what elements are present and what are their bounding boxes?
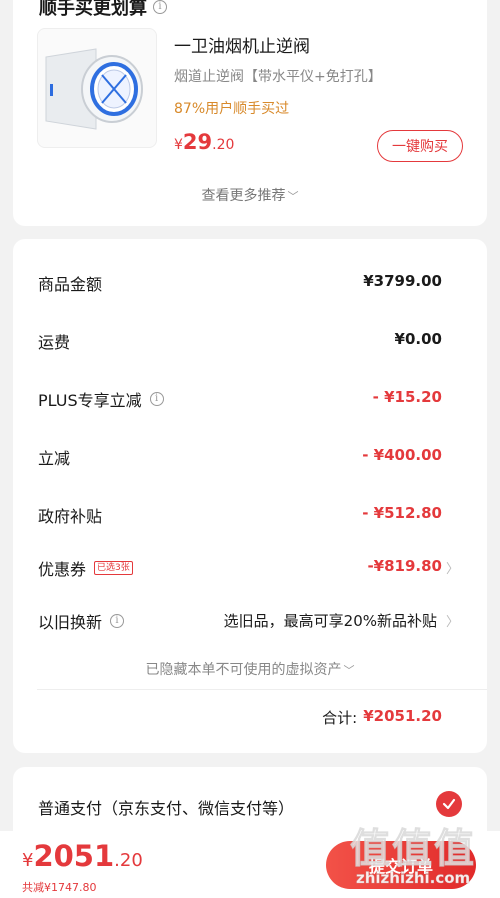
chevron-down-icon: ﹀ (287, 190, 299, 203)
gov-subsidy-row: 政府补贴 - ¥512.80 (13, 499, 487, 529)
shipping-label: 运费 (38, 333, 71, 352)
coupon-label: 优惠券 (38, 560, 87, 579)
info-icon[interactable]: i (153, 0, 167, 14)
submit-order-button[interactable]: 提交订单 (326, 841, 476, 889)
coupon-row[interactable]: 优惠券 已选3张 -¥819.80 〉 (13, 552, 487, 582)
product-buyers: 87%用户顺手买过 (174, 101, 290, 117)
total-saved-label: 共减¥1747.80 (22, 881, 97, 894)
info-icon[interactable]: i (110, 614, 125, 628)
chevron-down-icon: ﹀ (343, 664, 355, 677)
shipping-row: 运费 ¥0.00 (13, 325, 487, 355)
goods-amount-label: 商品金额 (38, 275, 103, 294)
checkmark-icon[interactable] (436, 791, 462, 817)
checkout-page: 顺手买更划算 i 一卫油烟机止逆阀 烟道止逆阀【带水平仪+免打孔】 87%用户顺… (0, 0, 500, 898)
plus-discount-label: PLUS专享立减 (38, 391, 142, 410)
goods-amount-row: 商品金额 ¥3799.00 (13, 267, 487, 297)
gov-subsidy-label: 政府补贴 (38, 507, 103, 526)
shipping-value: ¥0.00 (394, 330, 442, 348)
check-valve-illustration (45, 48, 143, 130)
total-row: 合计: ¥2051.20 (322, 707, 442, 728)
product-desc: 烟道止逆阀【带水平仪+免打孔】 (174, 69, 382, 85)
total-label: 合计: (322, 709, 358, 727)
bottom-price-int: 2051 (33, 839, 115, 873)
product-image[interactable] (37, 28, 157, 148)
plus-discount-value: - ¥15.20 (372, 388, 442, 406)
more-recommend-label: 查看更多推荐 (201, 188, 286, 204)
product-price-int: 29 (182, 130, 213, 154)
trade-in-row[interactable]: 以旧换新 i 选旧品，最高可享20%新品补贴 〉 (13, 605, 487, 635)
checkmark-glyph (442, 798, 456, 810)
payment-option-label[interactable]: 普通支付（京东支付、微信支付等） (38, 795, 294, 819)
gov-subsidy-value: - ¥512.80 (362, 504, 442, 522)
goods-amount-value: ¥3799.00 (363, 272, 442, 290)
product-price-currency: ¥ (174, 137, 183, 153)
more-recommend-link[interactable]: 查看更多推荐 ﹀ (13, 185, 487, 205)
chevron-right-icon: 〉 (445, 615, 459, 630)
coupon-label-group: 优惠券 已选3张 (38, 556, 133, 580)
product-name[interactable]: 一卫油烟机止逆阀 (174, 32, 310, 57)
product-price-dec: .20 (212, 137, 235, 153)
one-click-buy-button[interactable]: 一键购买 (377, 130, 463, 162)
instant-discount-label: 立减 (38, 449, 71, 468)
recommend-title-text: 顺手买更划算 (39, 0, 147, 19)
total-value: ¥2051.20 (363, 707, 442, 725)
plus-discount-label-group: PLUS专享立减 i (38, 387, 164, 411)
product-price: ¥29.20 (174, 130, 234, 154)
bottom-bar: ¥2051.20 共减¥1747.80 提交订单 (0, 831, 500, 898)
chevron-right-icon: 〉 (445, 562, 459, 577)
recommend-card: 顺手买更划算 i 一卫油烟机止逆阀 烟道止逆阀【带水平仪+免打孔】 87%用户顺… (13, 0, 487, 226)
recommend-title: 顺手买更划算 i (39, 0, 167, 20)
info-icon[interactable]: i (149, 392, 164, 406)
instant-discount-row: 立减 - ¥400.00 (13, 441, 487, 471)
plus-discount-row: PLUS专享立减 i - ¥15.20 (13, 383, 487, 413)
coupon-badge: 已选3张 (94, 561, 133, 575)
hidden-assets-toggle[interactable]: 已隐藏本单不可使用的虚拟资产 ﹀ (13, 659, 487, 679)
order-summary-card: 商品金额 ¥3799.00 运费 ¥0.00 PLUS专享立减 i - ¥15.… (13, 239, 487, 753)
trade-in-label: 以旧换新 (38, 613, 103, 632)
bottom-price-currency: ¥ (22, 850, 34, 871)
coupon-value: -¥819.80 (367, 557, 442, 575)
trade-in-label-group: 以旧换新 i (38, 609, 125, 633)
trade-in-value: 选旧品，最高可享20%新品补贴 (223, 612, 437, 630)
divider (37, 689, 487, 690)
bottom-total-price: ¥2051.20 (22, 839, 143, 873)
bottom-price-dec: .20 (114, 850, 143, 871)
hidden-assets-label: 已隐藏本单不可使用的虚拟资产 (145, 662, 342, 678)
instant-discount-value: - ¥400.00 (362, 446, 442, 464)
